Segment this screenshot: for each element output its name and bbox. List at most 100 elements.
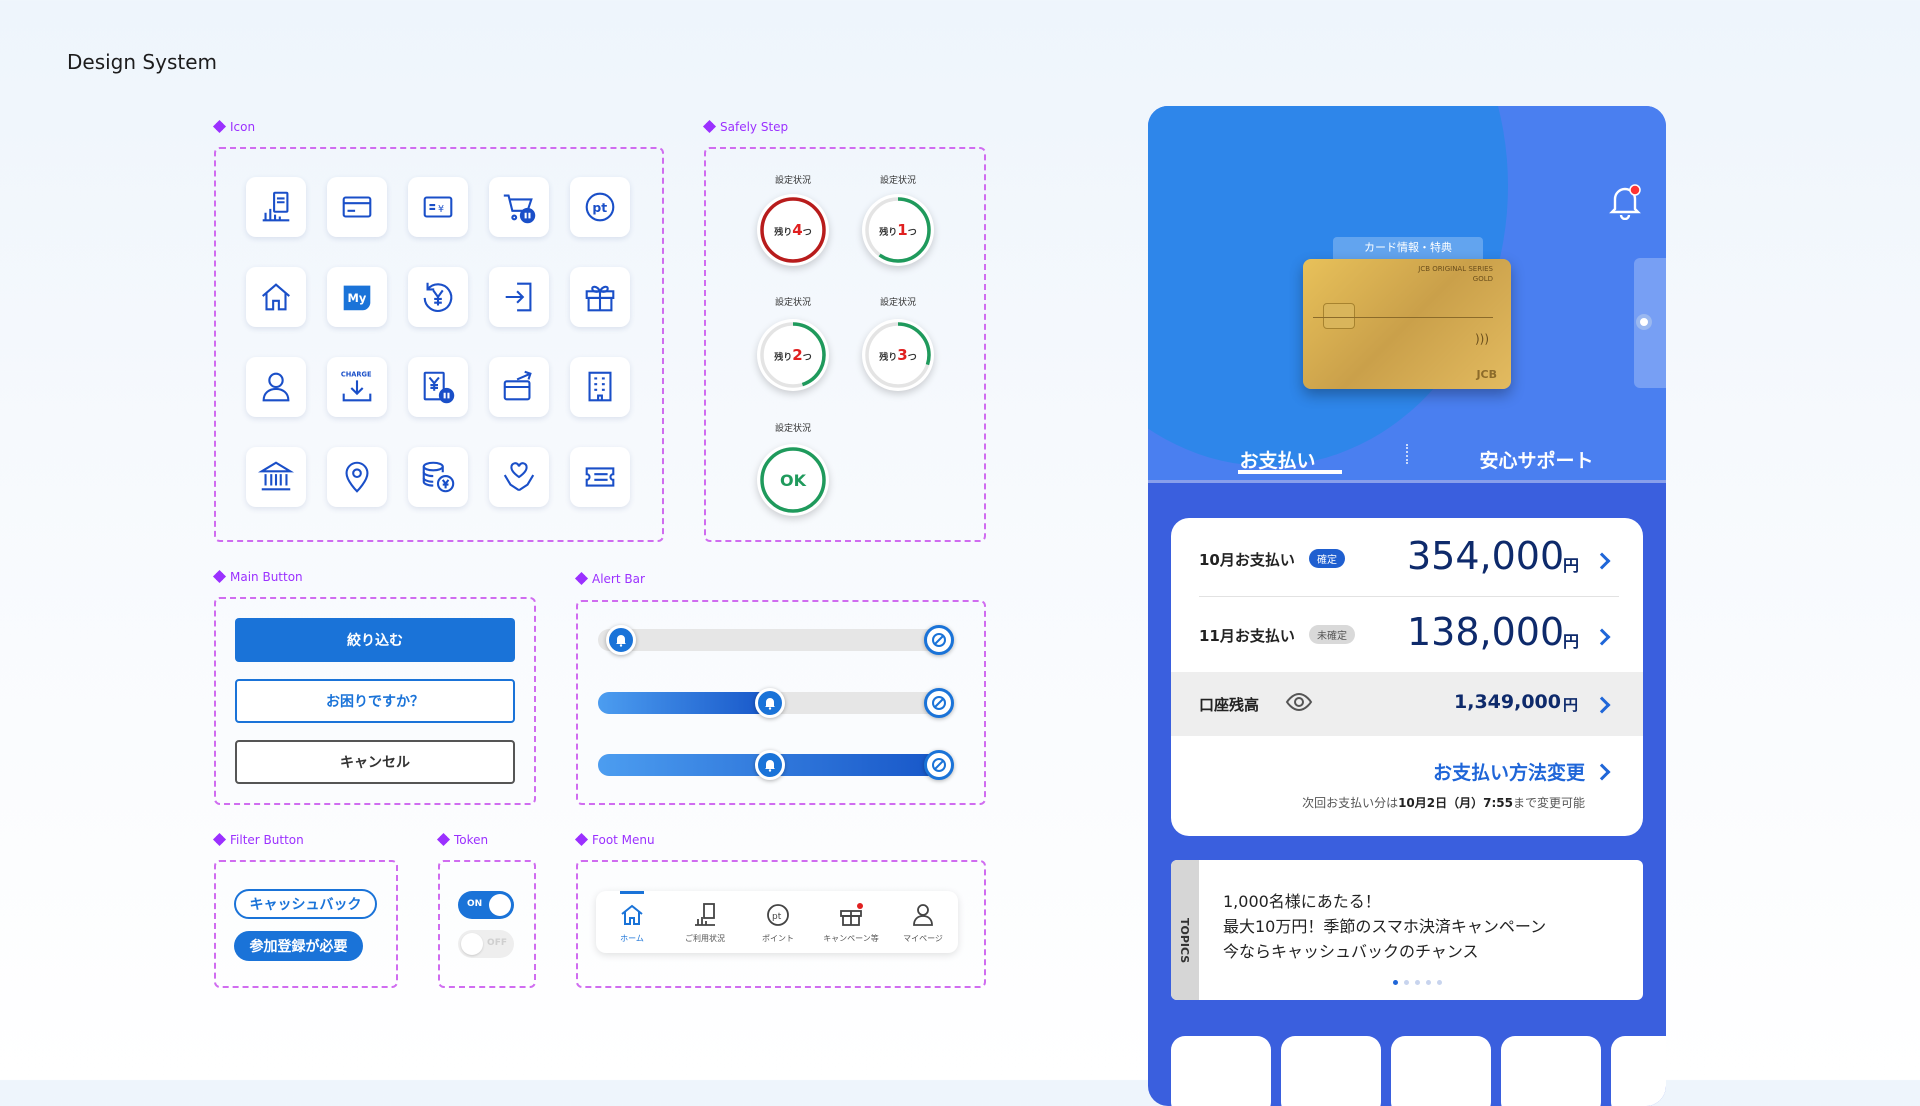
credit-card[interactable]: JCB ORIGINAL SERIES GOLD ))) JCB	[1303, 259, 1511, 389]
toggle-on[interactable]: ON	[458, 891, 514, 919]
toggle-knob	[489, 894, 511, 916]
foot-menu-point[interactable]: pt ポイント	[743, 901, 813, 944]
section-label-safely-step: Safely Step	[702, 119, 788, 134]
svg-text:My: My	[348, 291, 367, 305]
heart-hands-icon[interactable]	[489, 447, 549, 507]
chevron-right-icon	[1593, 628, 1611, 646]
component-icon	[212, 569, 227, 584]
token-panel	[438, 860, 536, 988]
filter-submit-button[interactable]: 絞り込む	[235, 618, 515, 662]
yen-bill-pause-icon[interactable]	[408, 357, 468, 417]
block-icon[interactable]	[924, 750, 954, 780]
carousel-dots[interactable]	[1393, 980, 1442, 985]
help-button[interactable]: お困りですか？	[235, 679, 515, 723]
status-badge: 未確定	[1309, 625, 1355, 644]
next-card-peek[interactable]	[1634, 258, 1666, 388]
usage-report-icon[interactable]	[246, 177, 306, 237]
filter-registration-button[interactable]: 参加登録が必要	[234, 931, 363, 961]
section-label-icon: Icon	[212, 119, 255, 134]
payment-row[interactable]: 10月お支払い 確定 354,000 円	[1171, 518, 1643, 596]
component-icon	[436, 832, 451, 847]
card-info-tab[interactable]: カード情報・特典	[1333, 237, 1483, 259]
filter-cashback-button[interactable]: キャッシュバック	[234, 889, 377, 919]
yen-transfer-icon[interactable]: ¥	[408, 177, 468, 237]
chevron-right-icon	[1593, 696, 1611, 714]
shortcut-button[interactable]	[1611, 1036, 1666, 1106]
step-ring-4: 残り4つ	[757, 194, 829, 266]
section-label-alert-bar: Alert Bar	[574, 571, 645, 586]
cancel-button[interactable]: キャンセル	[235, 740, 515, 784]
phone-mockup: カード情報・特典 JCB ORIGINAL SERIES GOLD ))) JC…	[1148, 106, 1666, 1106]
svg-text:CHARGE: CHARGE	[341, 371, 372, 379]
icon-panel: ¥ pt My CHARGE	[214, 147, 664, 542]
topics-banner[interactable]: TOPICS 1,000名様にあたる！ 最大10万円！季節のスマホ決済キャンペー…	[1171, 860, 1643, 1000]
foot-menu-mypage[interactable]: マイページ	[888, 901, 958, 944]
user-icon[interactable]	[246, 357, 306, 417]
step-caption: 設定状況	[774, 298, 811, 308]
change-payment-method-row[interactable]: お支払い方法変更 次回お支払い分は10月2日（月）7:55まで変更可能	[1171, 736, 1643, 836]
point-icon: pt	[767, 904, 789, 926]
step-caption: 設定状況	[879, 176, 916, 186]
shortcut-button[interactable]	[1171, 1036, 1271, 1106]
section-label-token: Token	[436, 832, 488, 847]
step-ring-3: 残り3つ	[862, 319, 934, 391]
cart-pause-icon[interactable]	[489, 177, 549, 237]
location-pin-icon[interactable]	[327, 447, 387, 507]
svg-text:¥: ¥	[438, 204, 444, 215]
block-icon[interactable]	[924, 625, 954, 655]
change-payment-method-link[interactable]: お支払い方法変更	[1433, 758, 1585, 785]
topics-tag: TOPICS	[1178, 918, 1191, 964]
component-icon	[212, 832, 227, 847]
coins-yen-icon[interactable]	[408, 447, 468, 507]
alert-bar-fill	[598, 692, 770, 714]
step-caption: 設定状況	[774, 176, 811, 186]
ticket-icon[interactable]	[570, 447, 630, 507]
step-ring-ok: OK	[757, 444, 829, 516]
svg-text:pt: pt	[592, 201, 607, 215]
eye-icon[interactable]	[1285, 692, 1313, 712]
notification-bell-icon[interactable]	[1608, 182, 1642, 221]
building-icon[interactable]	[570, 357, 630, 417]
foot-menu-usage[interactable]: ご利用状況	[670, 901, 740, 944]
section-label-main-button: Main Button	[212, 569, 303, 584]
block-icon[interactable]	[924, 688, 954, 718]
tab-support[interactable]: 安心サポート	[1407, 424, 1666, 486]
foot-menu-home[interactable]: ホーム	[597, 901, 667, 944]
payment-row[interactable]: 11月お支払い 未確定 138,000 円	[1171, 596, 1643, 672]
tab-payment[interactable]: お支払い	[1148, 424, 1407, 486]
bank-icon[interactable]	[246, 447, 306, 507]
status-badge: 確定	[1309, 549, 1345, 568]
shortcut-button[interactable]	[1391, 1036, 1491, 1106]
chevron-right-icon	[1593, 763, 1611, 781]
bell-icon[interactable]	[606, 625, 636, 655]
charge-icon[interactable]: CHARGE	[327, 357, 387, 417]
card-icon[interactable]	[327, 177, 387, 237]
point-icon[interactable]: pt	[570, 177, 630, 237]
my-page-icon[interactable]: My	[327, 267, 387, 327]
section-label-foot-menu: Foot Menu	[574, 832, 655, 847]
shortcut-button[interactable]	[1281, 1036, 1381, 1106]
user-icon	[913, 904, 933, 926]
foot-menu: ホーム ご利用状況 pt ポイント キャンペーン等 マイページ	[596, 891, 958, 953]
toggle-off[interactable]: OFF	[458, 930, 514, 958]
shortcut-button[interactable]	[1501, 1036, 1601, 1106]
component-icon	[702, 119, 717, 134]
safely-step-panel: 設定状況 設定状況 設定状況 設定状況 設定状況 残り4つ 残り1つ 残り2つ …	[704, 147, 986, 542]
contactless-icon: )))	[1474, 332, 1489, 346]
bell-icon[interactable]	[755, 750, 785, 780]
bell-icon[interactable]	[755, 688, 785, 718]
alert-bar-track[interactable]	[598, 629, 942, 651]
component-icon	[574, 832, 589, 847]
gift-icon[interactable]	[570, 267, 630, 327]
login-icon[interactable]	[489, 267, 549, 327]
foot-menu-campaign[interactable]: キャンペーン等	[816, 901, 886, 944]
component-icon	[574, 571, 589, 586]
account-balance-row[interactable]: 口座残高 1,349,000 円	[1171, 672, 1643, 736]
active-indicator	[620, 891, 644, 894]
yen-refund-icon[interactable]	[408, 267, 468, 327]
usage-report-icon	[695, 903, 715, 926]
filter-button-panel	[214, 860, 398, 988]
card-transfer-icon[interactable]	[489, 357, 549, 417]
step-caption: 設定状況	[879, 298, 916, 308]
home-icon[interactable]	[246, 267, 306, 327]
